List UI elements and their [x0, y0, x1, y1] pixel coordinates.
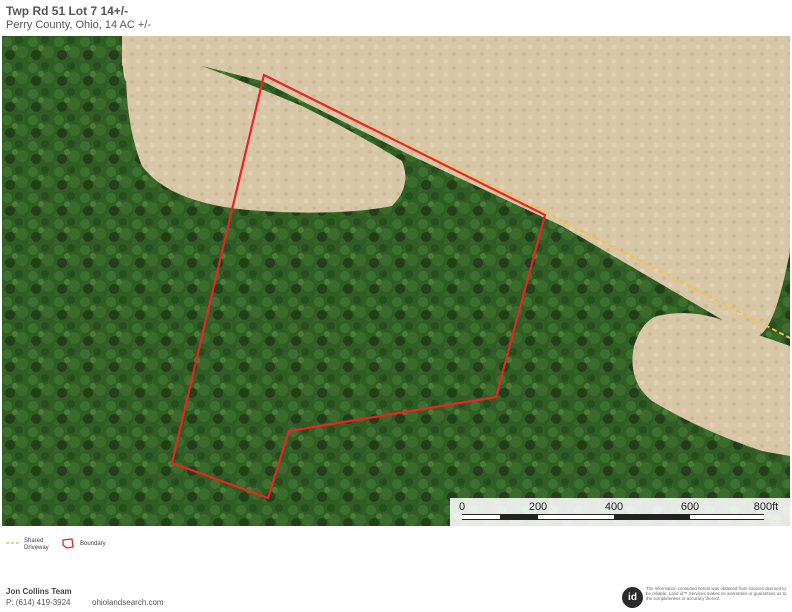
- scale-segment: [614, 515, 690, 519]
- legend-driveway-label: Driveway: [24, 545, 49, 551]
- scale-label: 800ft: [753, 501, 779, 513]
- scale-label: 200: [528, 501, 548, 513]
- land-id-logo: id: [622, 587, 643, 608]
- agent-phone[interactable]: P: (614) 419-3924: [6, 598, 71, 607]
- dashed-line-icon: [6, 542, 20, 544]
- scale-segment: [462, 515, 500, 519]
- scale-label: 600: [680, 501, 700, 513]
- scale-segment: [538, 515, 614, 519]
- scale-label: 400: [604, 501, 624, 513]
- boundary-polygon-icon: [62, 538, 74, 549]
- satellite-map[interactable]: 0 200 400 600 800ft: [2, 36, 790, 526]
- legend-driveway-label: Shared: [24, 538, 44, 544]
- scale-bar: 0 200 400 600 800ft: [450, 498, 790, 526]
- agent-website-link[interactable]: ohiolandsearch.com: [92, 598, 164, 607]
- scale-label: 0: [458, 501, 466, 513]
- agent-team-name: Jon Collins Team: [6, 587, 72, 596]
- map-imagery: [2, 36, 790, 526]
- scale-segment: [500, 515, 538, 519]
- map-subtitle: Perry County, Ohio, 14 AC +/-: [6, 19, 151, 31]
- legend-boundary-label: Boundary: [80, 541, 106, 547]
- legend-driveway: Shared Driveway: [24, 538, 49, 552]
- scale-segment: [690, 515, 764, 519]
- disclaimer-text: The information contained herein was obt…: [646, 586, 787, 602]
- map-title: Twp Rd 51 Lot 7 14+/-: [6, 4, 129, 18]
